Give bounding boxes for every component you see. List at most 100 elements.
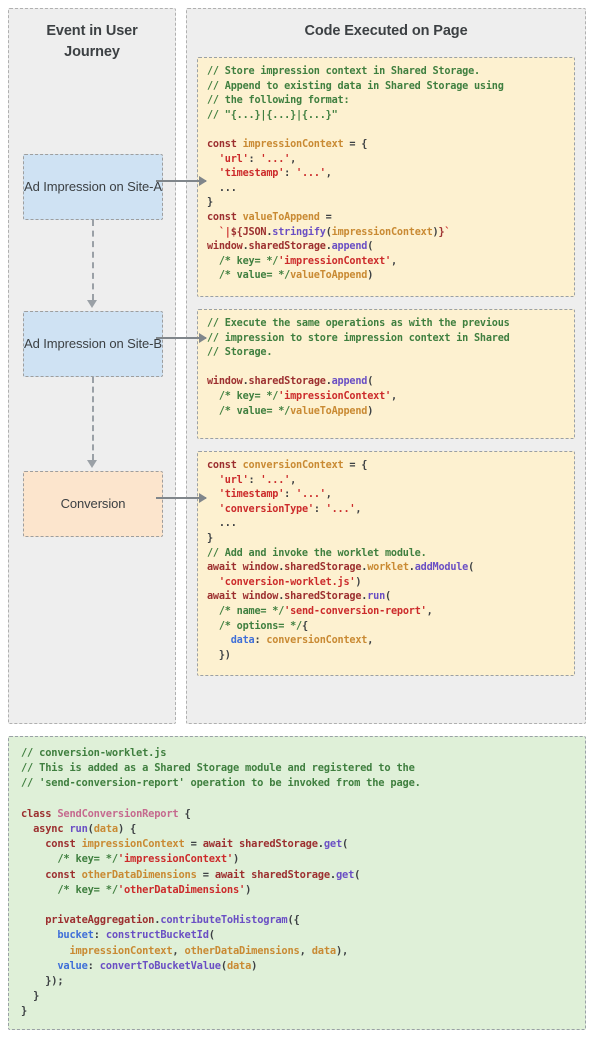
code-token: addModule — [414, 562, 469, 574]
code-token: }); — [21, 975, 64, 988]
arrow-site-b-to-code — [156, 333, 207, 343]
code-text: // Execute the same operations as with t… — [207, 317, 565, 419]
code-token: /* value= */ — [218, 270, 291, 282]
code-token: ... — [207, 518, 237, 530]
code-token: /* options= */ — [218, 620, 302, 632]
code-token: }) — [207, 649, 231, 661]
connector-b-to-conversion-arrowhead — [87, 460, 97, 468]
flow-node-conversion[interactable]: Conversion — [23, 471, 163, 537]
code-token: ( — [354, 868, 361, 881]
code-token: run — [69, 823, 88, 836]
code-token: 'impressionContext' — [278, 255, 391, 267]
code-text: // Store impression context in Shared St… — [207, 65, 565, 284]
code-token: '...' — [296, 168, 326, 180]
code-text: // conversion-worklet.js // This is adde… — [21, 746, 573, 1029]
code-token: // Append to existing data in Shared Sto… — [207, 80, 504, 92]
code-token: impressionContext — [81, 838, 185, 851]
code-token: , — [290, 474, 297, 486]
code-token: : — [87, 959, 100, 972]
code-token: run — [367, 591, 386, 603]
code-token: data — [93, 823, 118, 836]
flow-node-label: Conversion — [60, 496, 126, 512]
code-token: ( — [342, 838, 349, 851]
code-token: 'timestamp' — [218, 489, 285, 501]
code-token: stringify — [272, 226, 326, 238]
code-token: ) — [367, 270, 374, 282]
code-token: 'send-conversion-report' — [284, 605, 427, 617]
code-token: 'otherDataDimensions' — [117, 883, 246, 896]
code-token: /* name= */ — [218, 605, 285, 617]
code-token: 'timestamp' — [218, 168, 285, 180]
flow-node-label: Ad Impression on Site-B — [24, 336, 162, 352]
code-token: await — [207, 562, 237, 574]
flow-node-ad-impression-site-b[interactable]: Ad Impression on Site-B — [23, 311, 163, 377]
code-token: conversionContext — [266, 635, 368, 647]
code-token: get — [335, 868, 355, 881]
code-token: 'url' — [218, 153, 249, 165]
code-token: convertToBucketValue — [99, 959, 221, 972]
code-executed-panel: Code Executed on Page // Store impressio… — [186, 8, 586, 724]
code-token: valueToAppend — [290, 270, 368, 282]
code-token: 'impressionContext' — [117, 853, 233, 866]
code-token: value — [57, 959, 88, 972]
code-token: contributeToHistogram — [160, 914, 288, 927]
code-token: JSON — [242, 226, 267, 238]
code-token: , — [390, 255, 397, 267]
arrow-conversion-to-code — [156, 493, 207, 503]
code-token: impressionContext — [331, 226, 433, 238]
code-token: { — [301, 620, 308, 632]
code-token: ( — [385, 591, 391, 603]
code-token: otherDataDimensions — [184, 944, 300, 957]
code-token: ) — [355, 576, 362, 588]
code-token: : — [284, 168, 297, 180]
code-token: SendConversionReport — [57, 807, 179, 820]
code-block-conversion-worklet: // conversion-worklet.js // This is adde… — [8, 736, 586, 1030]
code-token: ({ — [287, 914, 300, 927]
connector-a-to-b-arrowhead — [87, 300, 97, 308]
code-token: // impression to store impression contex… — [207, 332, 510, 344]
code-token: append — [331, 376, 368, 388]
code-token: , — [390, 390, 397, 402]
code-token: worklet — [367, 562, 409, 574]
code-token: = { — [343, 138, 368, 150]
code-token: `| — [218, 226, 231, 238]
code-text: const conversionContext = { 'url': '...'… — [207, 459, 565, 663]
flow-node-ad-impression-site-a[interactable]: Ad Impression on Site-A — [23, 154, 163, 220]
code-token: , — [367, 635, 374, 647]
code-token: : — [248, 153, 261, 165]
code-token: : — [254, 635, 267, 647]
code-token: /* key= */ — [57, 853, 118, 866]
code-token: '...' — [260, 153, 291, 165]
flow-node-label: Ad Impression on Site-A — [24, 179, 162, 195]
code-token: sharedStorage — [239, 838, 318, 851]
code-token: // "{...}|{...}|{...}" — [207, 109, 338, 121]
code-token: sharedStorage — [248, 376, 326, 388]
code-token: append — [331, 241, 368, 253]
code-token: : — [248, 474, 261, 486]
code-token: = — [184, 838, 203, 851]
code-token: constructBucketId — [105, 929, 209, 942]
code-token: sharedStorage — [251, 868, 330, 881]
code-token: window — [207, 376, 243, 388]
code-token: // conversion-worklet.js — [21, 747, 167, 759]
code-token: privateAggregation — [45, 914, 155, 927]
code-token: '...' — [296, 489, 326, 501]
code-token: // Execute the same operations as with t… — [207, 318, 510, 329]
code-token: data — [311, 944, 336, 957]
code-token: ) — [245, 883, 252, 896]
code-token: , — [325, 489, 332, 501]
event-journey-panel: Event in User Journey Ad Impression on S… — [8, 8, 176, 724]
code-token: '...' — [260, 474, 291, 486]
